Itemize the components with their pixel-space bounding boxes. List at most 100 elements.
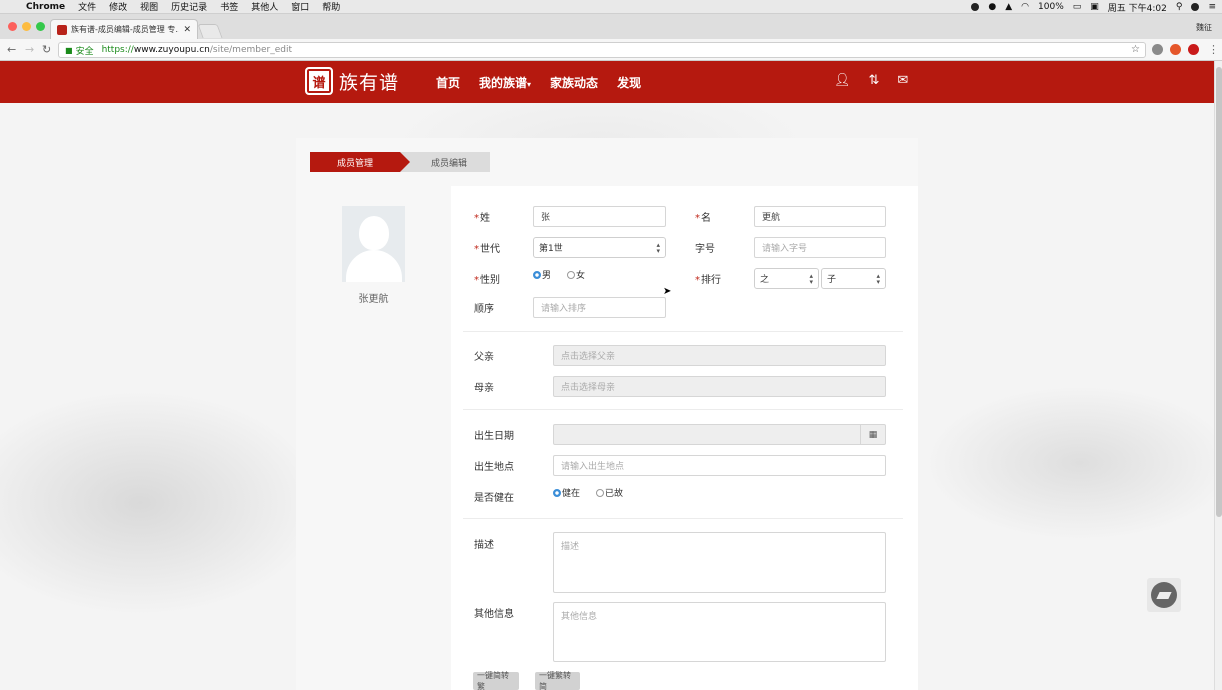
- os-menu-item[interactable]: 书签: [220, 0, 238, 13]
- nav-item-home[interactable]: 首页: [436, 74, 460, 91]
- required-mark: *: [474, 244, 479, 255]
- birthplace-input[interactable]: 请输入出生地点: [553, 455, 886, 476]
- breadcrumb-member-management[interactable]: 成员管理: [310, 152, 410, 172]
- to-traditional-button[interactable]: 一键简转繁: [473, 671, 519, 690]
- generation-select[interactable]: 第1世 ▴ ▾: [533, 237, 666, 258]
- calendar-icon[interactable]: ▦: [860, 425, 885, 444]
- avatar[interactable]: [342, 206, 405, 282]
- url-scheme: https://: [101, 45, 134, 55]
- browser-tab[interactable]: 族有谱-成员编辑-成员管理 专… ✕: [50, 19, 198, 39]
- bell-icon[interactable]: ▲: [1005, 2, 1012, 12]
- floating-action-button[interactable]: [1147, 578, 1181, 612]
- os-menu-item[interactable]: 历史记录: [171, 0, 207, 13]
- siri-icon[interactable]: [1191, 3, 1200, 11]
- alive-no-radio[interactable]: 已故: [596, 486, 623, 499]
- reload-icon[interactable]: ↻: [42, 43, 51, 56]
- spotlight-search-icon[interactable]: ⚲: [1176, 2, 1183, 12]
- os-menu-item[interactable]: 修改: [109, 0, 127, 13]
- scrollbar-thumb[interactable]: [1216, 67, 1222, 517]
- nav-item-my-genealogy[interactable]: 我的族谱▾: [479, 74, 531, 91]
- new-tab-button[interactable]: [197, 24, 223, 38]
- user-icon[interactable]: 👤︎: [834, 73, 851, 88]
- os-menu-item[interactable]: 窗口: [291, 0, 309, 13]
- record-icon[interactable]: [971, 3, 980, 11]
- nav-item-discover[interactable]: 发现: [617, 74, 641, 91]
- maximize-window-button[interactable]: [36, 22, 45, 31]
- courtesy-name-input[interactable]: 请输入字号: [754, 237, 886, 258]
- extension-icon[interactable]: [1170, 44, 1181, 55]
- birthdate-input[interactable]: ▦: [553, 424, 886, 445]
- member-form: *姓 张 *名 更航 *世代 第1世 ▴ ▾ 字号 请输入字号 *性别 男 女 *…: [451, 186, 918, 690]
- extension-icon[interactable]: [1152, 44, 1163, 55]
- order-input[interactable]: 请输入排序: [533, 297, 666, 318]
- gender-male-radio[interactable]: 男: [533, 268, 551, 281]
- address-bar[interactable]: ■ 安全 https:// www.zuyoupu.cn /site/membe…: [58, 42, 1146, 58]
- os-menu-item[interactable]: 帮助: [322, 0, 340, 13]
- header-icons: 👤︎ ⇅ ✉: [834, 73, 926, 88]
- close-window-button[interactable]: [8, 22, 17, 31]
- avatar-head-shape: [359, 216, 389, 250]
- select-arrows-icon: ▴ ▾: [656, 240, 660, 255]
- page-scrollbar[interactable]: [1214, 61, 1222, 690]
- mother-select-field[interactable]: 点击选择母亲: [553, 376, 886, 397]
- os-menu-item[interactable]: 视图: [140, 0, 158, 13]
- forward-arrow-icon[interactable]: →: [25, 43, 34, 56]
- minimize-window-button[interactable]: [22, 22, 31, 31]
- profile-name[interactable]: 魏征: [1196, 22, 1212, 33]
- wechat-icon[interactable]: ●: [988, 2, 996, 12]
- required-mark: *: [474, 275, 479, 286]
- lock-icon: ■: [65, 45, 73, 55]
- status-area: ● ▲ ◠ 100% ▭ ▣ 周五 下午4:02 ⚲ ≡: [962, 0, 1216, 14]
- rank-select-1[interactable]: 之 ▴ ▾: [754, 268, 819, 289]
- select-value: 第1世: [539, 244, 563, 254]
- input-method-icon[interactable]: ▣: [1090, 2, 1099, 12]
- os-menu-item[interactable]: Chrome: [26, 2, 65, 12]
- surname-label: *姓: [474, 209, 490, 224]
- other-info-textarea[interactable]: 其他信息: [553, 602, 886, 662]
- close-tab-icon[interactable]: ✕: [183, 25, 191, 35]
- radio-label: 已故: [605, 489, 624, 499]
- label-text: 姓: [480, 213, 490, 224]
- radio-label: 健在: [562, 489, 581, 499]
- member-display-name: 张更航: [358, 294, 389, 305]
- url-host: www.zuyoupu.cn: [133, 45, 210, 55]
- courtesy-name-label: 字号: [695, 244, 715, 255]
- given-name-input[interactable]: 更航: [754, 206, 886, 227]
- nav-item-family-news[interactable]: 家族动态: [550, 74, 598, 91]
- birthdate-label: 出生日期: [474, 431, 514, 442]
- url-path: /site/member_edit: [209, 45, 292, 55]
- bookmark-star-icon[interactable]: ☆: [1131, 44, 1140, 55]
- secure-label: 安全: [75, 46, 94, 57]
- clock[interactable]: 周五 下午4:02: [1108, 1, 1167, 14]
- alive-yes-radio[interactable]: 健在: [553, 486, 580, 499]
- label-text: 性别: [480, 275, 500, 286]
- eraser-icon: [1151, 582, 1177, 608]
- section-divider: [463, 518, 903, 519]
- given-name-label: *名: [695, 209, 711, 224]
- mouse-cursor-icon: ➤: [663, 286, 672, 297]
- surname-input[interactable]: 张: [533, 206, 666, 227]
- wifi-icon[interactable]: ◠: [1021, 2, 1029, 12]
- back-arrow-icon[interactable]: ←: [7, 43, 16, 56]
- birthplace-label: 出生地点: [474, 462, 514, 473]
- os-menu-item[interactable]: 其他人: [251, 0, 278, 13]
- generation-label: *世代: [474, 240, 500, 255]
- adblock-icon[interactable]: [1188, 44, 1199, 55]
- gender-female-radio[interactable]: 女: [567, 268, 585, 281]
- battery-percent: 100%: [1038, 2, 1064, 12]
- father-select-field[interactable]: 点击选择父亲: [553, 345, 886, 366]
- description-textarea[interactable]: 描述: [553, 532, 886, 593]
- mail-icon[interactable]: ✉: [897, 73, 908, 88]
- sort-icon[interactable]: ⇅: [869, 73, 880, 88]
- to-simplified-button[interactable]: 一键繁转简: [535, 671, 580, 690]
- gender-label: *性别: [474, 271, 500, 286]
- notification-center-icon[interactable]: ≡: [1208, 2, 1216, 12]
- battery-icon[interactable]: ▭: [1073, 2, 1082, 12]
- avatar-body-shape: [346, 250, 402, 282]
- alive-label: 是否健在: [474, 493, 514, 504]
- site-logo[interactable]: 谱 族有谱: [305, 67, 399, 95]
- radio-label: 男: [542, 271, 552, 281]
- os-menu-item[interactable]: 文件: [78, 0, 96, 13]
- rank-select-2[interactable]: 子 ▴ ▾: [821, 268, 886, 289]
- browser-menu-icon[interactable]: ⋮: [1208, 43, 1219, 56]
